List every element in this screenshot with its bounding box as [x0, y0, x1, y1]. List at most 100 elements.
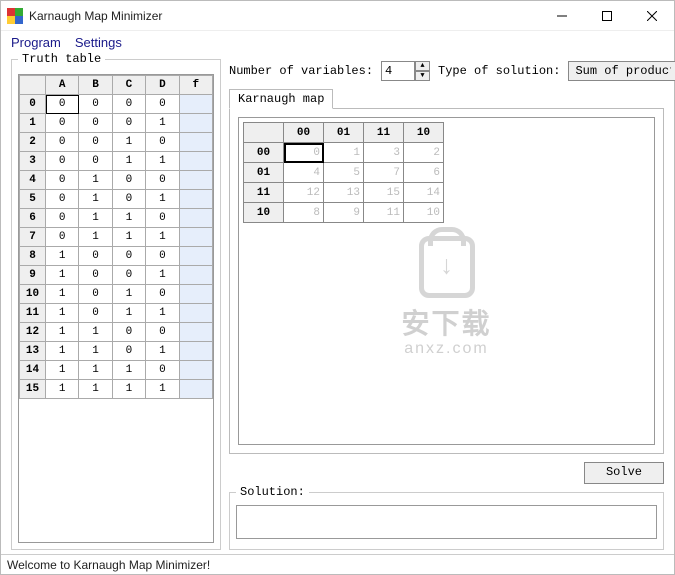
solve-button[interactable]: Solve [584, 462, 664, 484]
tt-f-cell[interactable] [179, 266, 212, 285]
km-cell[interactable]: 8 [284, 203, 324, 223]
tt-cell[interactable]: 0 [79, 304, 112, 323]
tt-cell[interactable]: 1 [146, 266, 179, 285]
num-vars-input[interactable] [381, 61, 415, 81]
tt-cell[interactable]: 1 [146, 190, 179, 209]
km-cell[interactable]: 3 [364, 143, 404, 163]
tt-cell[interactable]: 1 [112, 285, 145, 304]
km-cell[interactable]: 0 [284, 143, 324, 163]
km-cell[interactable]: 7 [364, 163, 404, 183]
km-cell[interactable]: 9 [324, 203, 364, 223]
table-row[interactable]: 60110 [20, 209, 213, 228]
tt-cell[interactable]: 1 [146, 152, 179, 171]
km-cell[interactable]: 12 [284, 183, 324, 203]
tt-cell[interactable]: 0 [79, 95, 112, 114]
tt-cell[interactable]: 0 [46, 152, 79, 171]
tt-cell[interactable]: 1 [79, 190, 112, 209]
tt-cell[interactable]: 1 [112, 209, 145, 228]
table-row[interactable]: 141110 [20, 361, 213, 380]
tt-cell[interactable]: 0 [112, 190, 145, 209]
tt-cell[interactable]: 0 [112, 171, 145, 190]
table-row[interactable]: 30011 [20, 152, 213, 171]
tt-f-cell[interactable] [179, 209, 212, 228]
tt-f-cell[interactable] [179, 95, 212, 114]
table-row[interactable]: 111011 [20, 304, 213, 323]
km-cell[interactable]: 13 [324, 183, 364, 203]
tt-f-cell[interactable] [179, 323, 212, 342]
tt-cell[interactable]: 1 [46, 342, 79, 361]
tt-cell[interactable]: 0 [46, 95, 79, 114]
km-cell[interactable]: 1 [324, 143, 364, 163]
tt-f-cell[interactable] [179, 228, 212, 247]
tt-cell[interactable]: 0 [79, 133, 112, 152]
table-row[interactable]: 101010 [20, 285, 213, 304]
tt-f-cell[interactable] [179, 171, 212, 190]
table-row[interactable]: 121100 [20, 323, 213, 342]
tt-cell[interactable]: 0 [146, 95, 179, 114]
truth-table[interactable]: ABCDf00000100012001030011401005010160110… [19, 75, 213, 399]
tt-cell[interactable]: 0 [112, 247, 145, 266]
num-vars-up[interactable]: ▲ [415, 61, 430, 71]
tt-cell[interactable]: 0 [146, 323, 179, 342]
tt-cell[interactable]: 1 [79, 380, 112, 399]
tt-f-cell[interactable] [179, 152, 212, 171]
close-button[interactable] [629, 1, 674, 30]
tt-f-cell[interactable] [179, 133, 212, 152]
km-cell[interactable]: 11 [364, 203, 404, 223]
tt-f-cell[interactable] [179, 342, 212, 361]
tt-cell[interactable]: 1 [146, 114, 179, 133]
tt-cell[interactable]: 1 [112, 361, 145, 380]
tt-f-cell[interactable] [179, 247, 212, 266]
km-cell[interactable]: 2 [404, 143, 444, 163]
table-row[interactable]: 81000 [20, 247, 213, 266]
num-vars-down[interactable]: ▼ [415, 71, 430, 81]
table-row[interactable]: 50101 [20, 190, 213, 209]
table-row[interactable]: 91001 [20, 266, 213, 285]
tt-f-cell[interactable] [179, 114, 212, 133]
tt-f-cell[interactable] [179, 304, 212, 323]
tt-cell[interactable]: 1 [112, 133, 145, 152]
tt-cell[interactable]: 0 [46, 171, 79, 190]
tt-cell[interactable]: 0 [79, 114, 112, 133]
tt-cell[interactable]: 0 [79, 266, 112, 285]
tt-cell[interactable]: 1 [79, 361, 112, 380]
tt-cell[interactable]: 1 [79, 323, 112, 342]
table-row[interactable]: 151111 [20, 380, 213, 399]
tt-f-cell[interactable] [179, 285, 212, 304]
tt-cell[interactable]: 1 [46, 323, 79, 342]
table-row[interactable]: 20010 [20, 133, 213, 152]
tt-f-cell[interactable] [179, 190, 212, 209]
km-cell[interactable]: 6 [404, 163, 444, 183]
tt-cell[interactable]: 1 [79, 228, 112, 247]
table-row[interactable]: 10001 [20, 114, 213, 133]
tt-cell[interactable]: 1 [79, 171, 112, 190]
tt-cell[interactable]: 0 [46, 190, 79, 209]
tt-cell[interactable]: 0 [79, 285, 112, 304]
tt-f-cell[interactable] [179, 361, 212, 380]
tt-cell[interactable]: 0 [112, 114, 145, 133]
tt-cell[interactable]: 0 [146, 133, 179, 152]
km-cell[interactable]: 15 [364, 183, 404, 203]
tt-cell[interactable]: 1 [79, 342, 112, 361]
tt-cell[interactable]: 1 [146, 380, 179, 399]
tt-cell[interactable]: 0 [146, 209, 179, 228]
tt-cell[interactable]: 1 [112, 304, 145, 323]
tt-cell[interactable]: 1 [146, 304, 179, 323]
solution-type-select[interactable]: Sum of products [568, 61, 675, 81]
tt-cell[interactable]: 1 [79, 209, 112, 228]
menu-program[interactable]: Program [11, 35, 61, 50]
tt-cell[interactable]: 0 [112, 95, 145, 114]
tt-cell[interactable]: 0 [112, 323, 145, 342]
minimize-button[interactable] [539, 1, 584, 30]
table-row[interactable]: 00000 [20, 95, 213, 114]
tt-cell[interactable]: 0 [79, 152, 112, 171]
km-cell[interactable]: 14 [404, 183, 444, 203]
tt-cell[interactable]: 1 [112, 152, 145, 171]
tt-cell[interactable]: 1 [112, 380, 145, 399]
truth-table-scroll[interactable]: ABCDf00000100012001030011401005010160110… [18, 74, 214, 543]
tt-cell[interactable]: 0 [112, 266, 145, 285]
tt-cell[interactable]: 1 [46, 266, 79, 285]
tt-cell[interactable]: 1 [146, 342, 179, 361]
tt-cell[interactable]: 0 [79, 247, 112, 266]
tt-cell[interactable]: 1 [46, 285, 79, 304]
